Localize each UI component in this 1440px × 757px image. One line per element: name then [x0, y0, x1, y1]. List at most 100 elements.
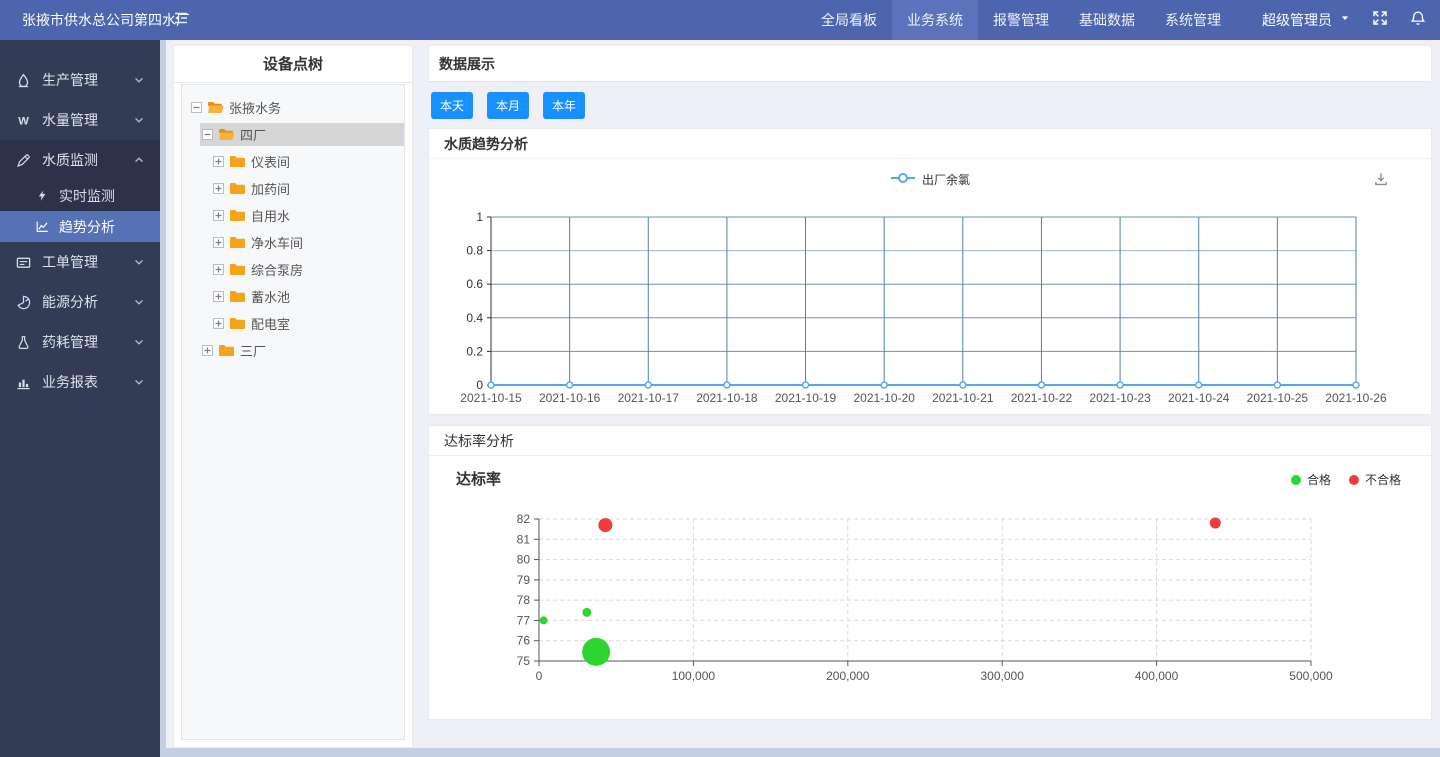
- tree-node-8[interactable]: 配电室: [182, 310, 404, 337]
- sidebar-item-6[interactable]: 业务报表: [0, 362, 160, 402]
- tree-node-5[interactable]: 净水车间: [182, 229, 404, 256]
- topnav-item-0[interactable]: 全局看板: [806, 0, 892, 40]
- svg-text:2021-10-19: 2021-10-19: [775, 391, 837, 405]
- sidebar-item-3[interactable]: 工单管理: [0, 242, 160, 282]
- time-range-button-1[interactable]: 本月: [487, 92, 529, 119]
- svg-text:2021-10-20: 2021-10-20: [853, 391, 915, 405]
- time-range-button-2[interactable]: 本年: [543, 92, 585, 119]
- svg-text:75: 75: [517, 654, 531, 668]
- horizontal-scrollbar[interactable]: [166, 748, 1440, 757]
- card-icon: [14, 255, 32, 270]
- menu-fold-icon[interactable]: [173, 10, 189, 31]
- pie-icon: [14, 295, 32, 310]
- svg-text:82: 82: [517, 512, 531, 526]
- tree-node-6[interactable]: 综合泵房: [182, 256, 404, 283]
- tree-node-label: 三厂: [240, 341, 266, 360]
- trend-analysis-card: 水质趋势分析 出厂余氯 00.20.40.60.812021-10-152021…: [428, 128, 1432, 415]
- tree-node-0[interactable]: 张掖水务: [182, 94, 404, 121]
- svg-text:0.4: 0.4: [466, 311, 483, 325]
- trend-card-title: 水质趋势分析: [429, 129, 1431, 159]
- svg-text:2021-10-16: 2021-10-16: [539, 391, 601, 405]
- compliance-rate-card: 达标率分析 达标率 合格不合格 75767778798081820100,000…: [428, 425, 1432, 720]
- data-display-panel: 数据展示 本天本月本年 水质趋势分析 出厂余氯 00.20.40.60.8120…: [428, 45, 1432, 748]
- minus-square-icon[interactable]: [202, 129, 213, 140]
- top-bar: 张掖市供水总公司第四水厂 全局看板业务系统报警管理基础数据系统管理 超级管理员: [0, 0, 1440, 40]
- current-user[interactable]: 超级管理员: [1262, 10, 1332, 30]
- sidebar-item-1[interactable]: W水量管理: [0, 100, 160, 140]
- plus-square-icon[interactable]: [213, 291, 224, 302]
- device-tree-panel: 设备点树 张掖水务四厂仪表间加药间自用水净水车间综合泵房蓄水池配电室三厂: [173, 45, 413, 748]
- folder-closed-icon: [229, 317, 246, 330]
- tree-node-4[interactable]: 自用水: [182, 202, 404, 229]
- tree-node-label: 净水车间: [251, 233, 303, 252]
- tree-node-label: 自用水: [251, 206, 290, 225]
- fullscreen-icon[interactable]: [1372, 10, 1388, 31]
- svg-text:0: 0: [536, 669, 543, 683]
- svg-text:200,000: 200,000: [826, 669, 870, 683]
- svg-text:400,000: 400,000: [1135, 669, 1179, 683]
- plus-square-icon[interactable]: [213, 156, 224, 167]
- tree-node-label: 四厂: [240, 125, 266, 144]
- tree-node-label: 仪表间: [251, 152, 290, 171]
- tree-node-7[interactable]: 蓄水池: [182, 283, 404, 310]
- chevron-down-icon: [132, 375, 146, 389]
- topnav-item-4[interactable]: 系统管理: [1150, 0, 1236, 40]
- svg-text:2021-10-22: 2021-10-22: [1011, 391, 1073, 405]
- pen-icon: [14, 153, 32, 168]
- bars-icon: [14, 375, 32, 390]
- svg-text:2021-10-26: 2021-10-26: [1325, 391, 1387, 405]
- svg-text:81: 81: [517, 532, 531, 546]
- sidebar-item-2[interactable]: 水质监测: [0, 140, 160, 180]
- app-title: 张掖市供水总公司第四水厂: [0, 10, 160, 30]
- topnav-item-1[interactable]: 业务系统: [892, 0, 978, 40]
- bell-icon[interactable]: [1410, 10, 1426, 31]
- scatter-chart: 达标率 合格不合格 75767778798081820100,000200,00…: [429, 456, 1431, 720]
- chevron-down-icon: [132, 113, 146, 127]
- svg-text:2021-10-17: 2021-10-17: [618, 391, 680, 405]
- svg-text:0.8: 0.8: [466, 244, 483, 258]
- topnav-item-3[interactable]: 基础数据: [1064, 0, 1150, 40]
- svg-text:2021-10-24: 2021-10-24: [1168, 391, 1230, 405]
- user-area: 超级管理员: [1236, 10, 1440, 31]
- sidebar-item-5[interactable]: 药耗管理: [0, 322, 160, 362]
- plus-square-icon[interactable]: [213, 318, 224, 329]
- sidebar-subitem-2-0[interactable]: 实时监测: [0, 180, 160, 211]
- tree-node-label: 加药间: [251, 179, 290, 198]
- minus-square-icon[interactable]: [191, 102, 202, 113]
- chevron-up-icon: [132, 153, 146, 167]
- svg-text:78: 78: [517, 593, 531, 607]
- device-tree: 张掖水务四厂仪表间加药间自用水净水车间综合泵房蓄水池配电室三厂: [181, 84, 405, 740]
- svg-text:2021-10-25: 2021-10-25: [1247, 391, 1309, 405]
- sidebar-subitem-2-1[interactable]: 趋势分析: [0, 211, 160, 242]
- sidebar-item-4[interactable]: 能源分析: [0, 282, 160, 322]
- sidebar-item-0[interactable]: 生产管理: [0, 60, 160, 100]
- tree-node-3[interactable]: 加药间: [182, 175, 404, 202]
- compliance-section-title: 达标率分析: [429, 426, 1431, 456]
- folder-closed-icon: [229, 290, 246, 303]
- plus-square-icon[interactable]: [213, 264, 224, 275]
- svg-text:0.2: 0.2: [466, 344, 483, 358]
- plus-square-icon[interactable]: [213, 183, 224, 194]
- tree-panel-title: 设备点树: [174, 46, 412, 83]
- tree-node-2[interactable]: 仪表间: [182, 148, 404, 175]
- svg-text:76: 76: [517, 634, 531, 648]
- chevron-down-icon: [132, 295, 146, 309]
- svg-text:79: 79: [517, 573, 531, 587]
- line-chart: 出厂余氯 00.20.40.60.812021-10-152021-10-162…: [429, 159, 1431, 415]
- svg-text:2021-10-23: 2021-10-23: [1089, 391, 1151, 405]
- plus-square-icon[interactable]: [213, 210, 224, 221]
- tree-node-1[interactable]: 四厂: [182, 121, 404, 148]
- time-range-button-0[interactable]: 本天: [431, 92, 473, 119]
- caret-down-icon[interactable]: [1338, 11, 1352, 30]
- plus-square-icon[interactable]: [202, 345, 213, 356]
- folder-closed-icon: [229, 263, 246, 276]
- tree-node-label: 配电室: [251, 314, 290, 333]
- topnav-item-2[interactable]: 报警管理: [978, 0, 1064, 40]
- time-range-toolbar: 本天本月本年: [428, 82, 1432, 128]
- tree-node-9[interactable]: 三厂: [182, 337, 404, 364]
- svg-text:2021-10-18: 2021-10-18: [696, 391, 758, 405]
- sidebar: 生产管理W水量管理水质监测实时监测趋势分析工单管理能源分析药耗管理业务报表: [0, 40, 160, 757]
- plus-square-icon[interactable]: [213, 237, 224, 248]
- svg-text:0: 0: [476, 378, 483, 392]
- svg-text:1: 1: [476, 210, 483, 224]
